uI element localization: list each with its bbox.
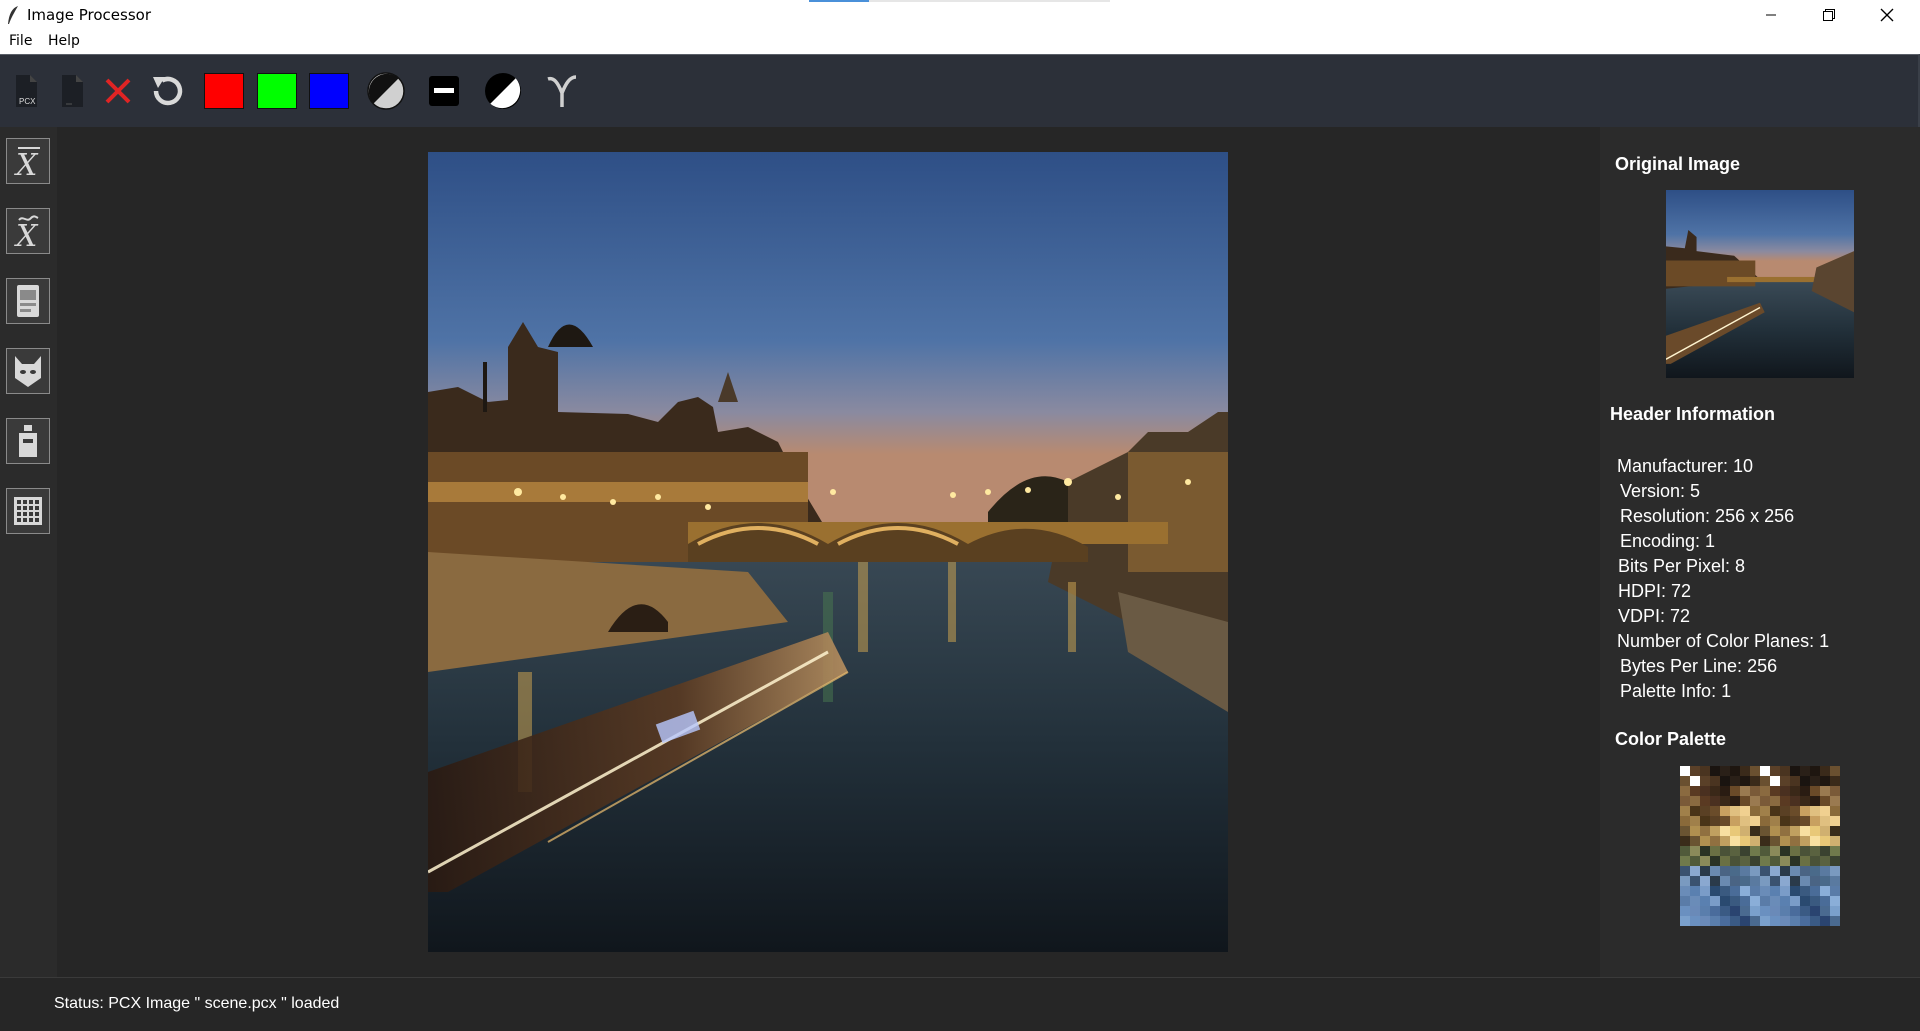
header-bits-per-pixel: Bits Per Pixel: 8 — [1618, 556, 1746, 576]
gradient-button[interactable] — [6, 418, 50, 464]
green-channel-button[interactable] — [257, 55, 297, 127]
header-color-planes: Number of Color Planes: 1 — [1617, 631, 1830, 651]
header-bytes-per-line: Bytes Per Line: 256 — [1620, 656, 1778, 676]
header-palette-info: Palette Info: 1 — [1620, 681, 1732, 701]
header-resolution: Resolution: 256 x 256 — [1620, 506, 1795, 526]
median-filter-icon: X — [14, 215, 39, 250]
equalize-button[interactable] — [422, 55, 466, 127]
menu-file[interactable]: File — [9, 33, 32, 49]
grid-icon — [14, 497, 42, 525]
close-image-button[interactable] — [98, 55, 138, 127]
blank-file-icon — [62, 75, 83, 107]
header-information-heading: Header Information — [1610, 404, 1776, 424]
status-bar: Status: PCX Image " scene.pcx " loaded — [0, 977, 1920, 1031]
svg-text:PCX: PCX — [19, 97, 36, 106]
header-version: Version: 5 — [1620, 481, 1701, 501]
cat-mask-button[interactable] — [6, 348, 50, 394]
close-window-button[interactable] — [1858, 0, 1916, 30]
new-file-button[interactable] — [54, 55, 90, 127]
title-bar: Image Processor — [0, 0, 1920, 30]
open-pcx-button[interactable]: PCX — [8, 55, 44, 127]
color-palette-grid — [1680, 766, 1840, 926]
close-icon — [105, 78, 131, 104]
mean-filter-icon: X — [14, 147, 40, 180]
svg-text:X: X — [14, 219, 39, 250]
red-channel-button[interactable] — [204, 55, 244, 127]
header-hdpi: HDPI: 72 — [1618, 581, 1692, 601]
blue-channel-button[interactable] — [309, 55, 349, 127]
minimize-button[interactable] — [1742, 0, 1800, 30]
cat-mask-icon — [15, 356, 41, 387]
mean-filter-button[interactable]: X — [6, 138, 50, 184]
original-image-heading: Original Image — [1615, 154, 1741, 174]
green-channel-swatch — [257, 73, 297, 109]
svg-text:X: X — [14, 148, 39, 180]
menu-bar: File Help — [0, 30, 1920, 54]
gradient-icon — [19, 425, 37, 457]
laplacian-icon — [17, 285, 39, 317]
undo-button[interactable] — [146, 55, 190, 127]
grayscale-icon — [367, 72, 405, 110]
restore-button[interactable] — [1800, 0, 1858, 30]
laplacian-button[interactable] — [6, 278, 50, 324]
equalize-icon — [429, 76, 459, 106]
median-filter-button[interactable]: X — [6, 208, 50, 254]
title-progress-bar — [809, 0, 1110, 2]
status-text: Status: PCX Image " scene.pcx " loaded — [54, 995, 340, 1012]
menu-help[interactable]: Help — [48, 33, 80, 49]
header-vdpi: VDPI: 72 — [1618, 606, 1691, 626]
negative-icon — [485, 73, 521, 109]
gamma-button[interactable] — [540, 55, 584, 127]
restore-icon — [1823, 9, 1835, 21]
undo-icon — [153, 76, 183, 106]
grid-button[interactable] — [6, 488, 50, 534]
blue-channel-swatch — [309, 73, 349, 109]
main-image — [428, 152, 1228, 952]
color-palette-heading: Color Palette — [1615, 729, 1727, 749]
close-window-icon — [1880, 8, 1894, 22]
negative-button[interactable] — [481, 55, 525, 127]
grayscale-button[interactable] — [364, 55, 408, 127]
header-encoding: Encoding: 1 — [1620, 531, 1716, 551]
header-manufacturer: Manufacturer: 10 — [1617, 456, 1754, 476]
feather-icon — [6, 5, 20, 25]
original-image-thumbnail — [1666, 190, 1854, 378]
gamma-icon — [547, 75, 577, 107]
window-title: Image Processor — [27, 6, 151, 24]
red-channel-swatch — [204, 73, 244, 109]
minimize-icon — [1766, 14, 1776, 16]
pcx-file-icon: PCX — [16, 75, 37, 107]
toolbar: PCX — [0, 54, 1920, 128]
left-sidebar: X X — [0, 127, 57, 977]
title-progress-fill — [809, 0, 869, 2]
